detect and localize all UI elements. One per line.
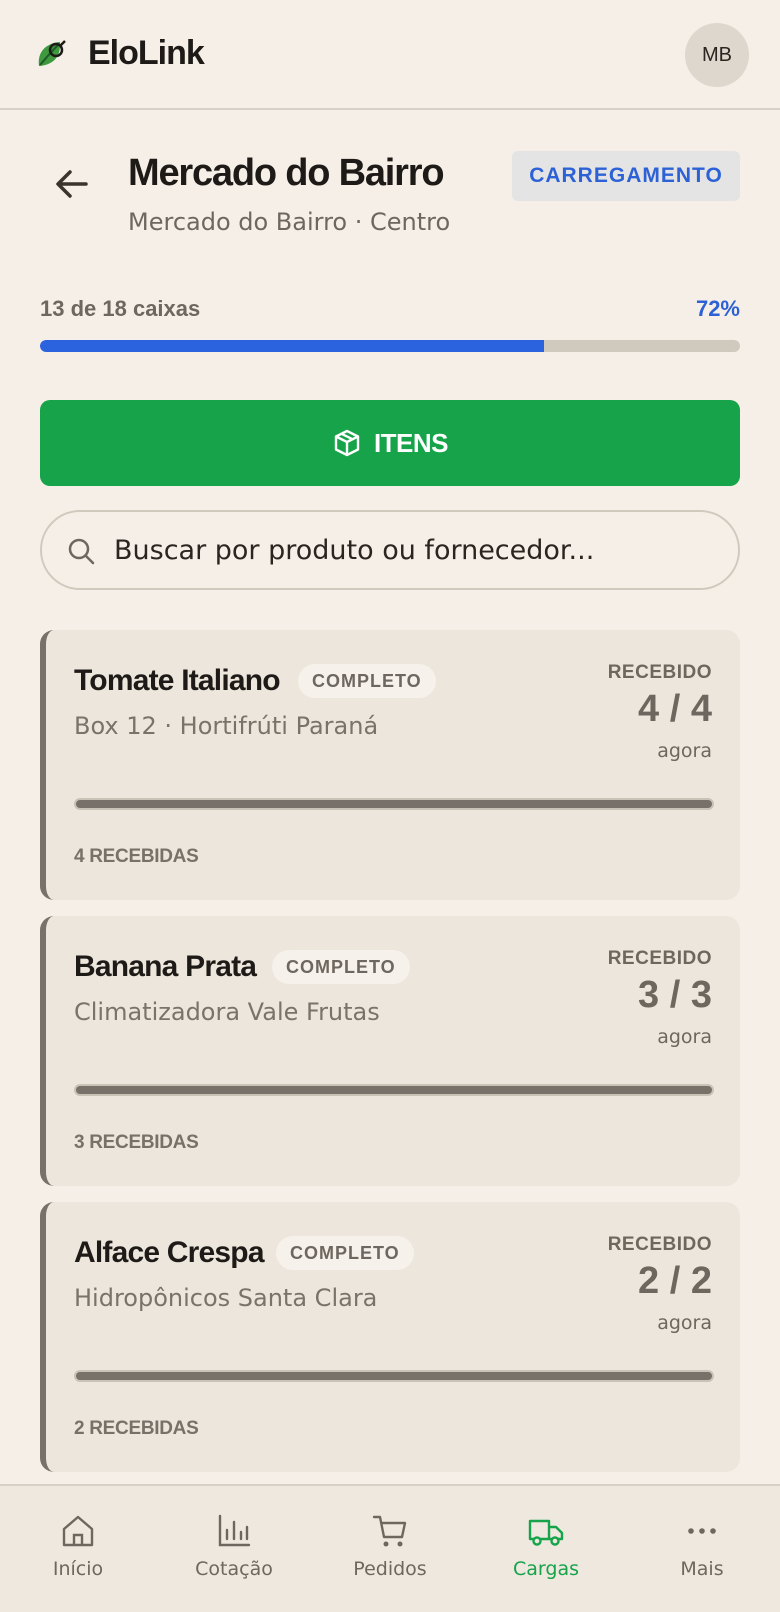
item-card[interactable]: Tomate Italiano COMPLETO Box 12 · Hortif… <box>40 630 740 900</box>
box-icon <box>334 429 360 457</box>
received-label: RECEBIDO <box>607 1234 712 1255</box>
items-button[interactable]: ITENS <box>40 400 740 486</box>
nav-item-cotacao[interactable]: Cotação <box>156 1486 312 1612</box>
nav-item-cargas[interactable]: Cargas <box>468 1486 624 1612</box>
bottom-nav: Início Cotação Pedidos Cargas Mais <box>0 1484 780 1612</box>
back-arrow-icon[interactable] <box>52 166 92 202</box>
status-badge: CARREGAMENTO <box>512 151 740 201</box>
page-subtitle: Mercado do Bairro · Centro <box>128 208 451 236</box>
nav-item-inicio[interactable]: Início <box>0 1486 156 1612</box>
item-name: Tomate Italiano <box>74 664 281 697</box>
progress-bar <box>40 340 740 352</box>
status-badge: COMPLETO <box>272 950 410 984</box>
item-progress-bar <box>74 798 714 810</box>
item-subtitle: Box 12 · Hortifrúti Paraná <box>74 712 379 740</box>
progress-fill <box>40 340 544 352</box>
item-progress-bar <box>74 1084 714 1096</box>
nav-label: Início <box>52 1558 104 1580</box>
received-time: agora <box>657 1312 712 1334</box>
received-label: RECEBIDO <box>607 662 712 683</box>
app-title: EloLink <box>88 34 205 72</box>
item-footer: 4 RECEBIDAS <box>74 846 199 867</box>
received-count: 3 / 3 <box>638 974 712 1016</box>
nav-label: Pedidos <box>353 1558 427 1580</box>
nav-label: Cotação <box>195 1558 273 1580</box>
received-count: 4 / 4 <box>638 688 712 730</box>
received-time: agora <box>657 740 712 762</box>
page-title: Mercado do Bairro <box>128 152 445 194</box>
search-icon <box>68 538 95 565</box>
search-input[interactable] <box>114 526 714 574</box>
more-icon <box>688 1528 716 1534</box>
leaf-logo-icon <box>38 40 66 66</box>
nav-item-pedidos[interactable]: Pedidos <box>312 1486 468 1612</box>
item-footer: 3 RECEBIDAS <box>74 1132 199 1153</box>
chart-icon <box>218 1514 251 1547</box>
received-label: RECEBIDO <box>607 948 712 969</box>
item-name: Banana Prata <box>74 950 257 983</box>
status-badge: COMPLETO <box>276 1236 414 1270</box>
cart-icon <box>372 1515 407 1547</box>
received-time: agora <box>657 1026 712 1048</box>
nav-label: Cargas <box>513 1558 579 1580</box>
app-header: EloLink MB <box>0 0 780 110</box>
avatar[interactable]: MB <box>685 23 749 87</box>
truck-icon <box>528 1519 564 1546</box>
items-button-label: ITENS <box>373 427 449 458</box>
progress-percent: 72% <box>695 296 740 321</box>
nav-label: Mais <box>680 1558 724 1580</box>
item-progress-bar <box>74 1370 714 1382</box>
home-icon <box>62 1515 94 1547</box>
status-badge: COMPLETO <box>298 664 436 698</box>
nav-item-mais[interactable]: Mais <box>624 1486 780 1612</box>
item-subtitle: Hidropônicos Santa Clara <box>74 1284 378 1312</box>
search-box[interactable] <box>40 510 740 590</box>
item-card[interactable]: Alface Crespa COMPLETO Hidropônicos Sant… <box>40 1202 740 1472</box>
item-subtitle: Climatizadora Vale Frutas <box>74 998 380 1026</box>
item-name: Alface Crespa <box>74 1236 265 1269</box>
item-card[interactable]: Banana Prata COMPLETO Climatizadora Vale… <box>40 916 740 1186</box>
received-count: 2 / 2 <box>638 1260 712 1302</box>
progress-label: 13 de 18 caixas <box>40 296 201 321</box>
item-footer: 2 RECEBIDAS <box>74 1418 199 1439</box>
